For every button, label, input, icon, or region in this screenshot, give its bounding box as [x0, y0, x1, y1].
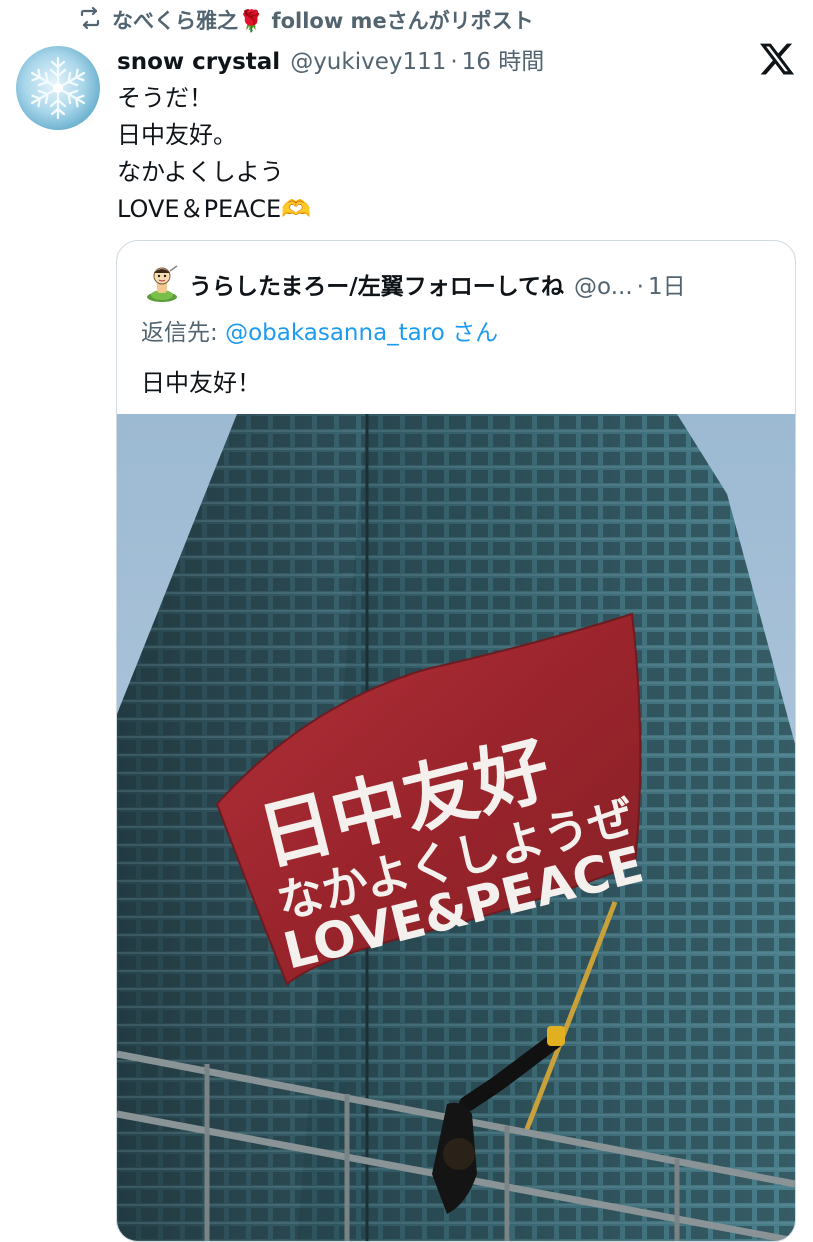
tweet-line: そうだ！ — [117, 84, 213, 112]
repost-indicator[interactable]: なべくら雅之🌹 follow meさんがリポスト — [78, 4, 534, 36]
cartoon-avatar[interactable] — [143, 263, 181, 303]
tweet-line: 日中友好。 — [117, 121, 237, 149]
author-handle[interactable]: @yukivey111 — [290, 49, 446, 75]
quoted-tweet-card[interactable]: うらしたまろー/左翼フォローしてね @o... · 1日 返信先: @obaka… — [116, 240, 796, 1242]
separator-dot: · — [636, 274, 644, 300]
tweet-text: そうだ！ 日中友好。 なかよくしよう LOVE＆PEACE🫶 — [117, 80, 311, 228]
quote-handle[interactable]: @o... — [574, 274, 633, 300]
reply-suffix: さん — [444, 320, 499, 346]
quote-display-name[interactable]: うらしたまろー/左翼フォローしてね — [189, 267, 564, 301]
reply-prefix: 返信先: — [141, 320, 226, 346]
author-display-name[interactable]: snow crystal — [117, 49, 280, 75]
attached-photo[interactable]: 日中友好 なかよくしようぜ LOVE&PEACE — [117, 414, 795, 1241]
reply-mention-link[interactable]: @obakasanna_taro — [225, 320, 445, 346]
tweet-header: snow crystal @yukivey111 · 16 時間 — [117, 42, 544, 76]
repost-text: なべくら雅之🌹 follow meさんがリポスト — [112, 9, 534, 33]
snowflake-avatar[interactable] — [16, 46, 100, 130]
x-logo-icon — [758, 40, 796, 78]
quote-header: うらしたまろー/左翼フォローしてね @o... · 1日 — [189, 267, 686, 301]
quote-text: 日中友好！ — [141, 369, 261, 397]
reply-to-line: 返信先: @obakasanna_taro さん — [141, 313, 498, 347]
tweet-line: なかよくしよう — [117, 158, 284, 186]
separator-dot: · — [450, 49, 458, 75]
tweet-timestamp[interactable]: 16 時間 — [462, 42, 545, 76]
tweet-line: LOVE＆PEACE🫶 — [117, 195, 312, 223]
quote-timestamp[interactable]: 1日 — [648, 267, 686, 301]
repost-icon — [78, 6, 102, 35]
